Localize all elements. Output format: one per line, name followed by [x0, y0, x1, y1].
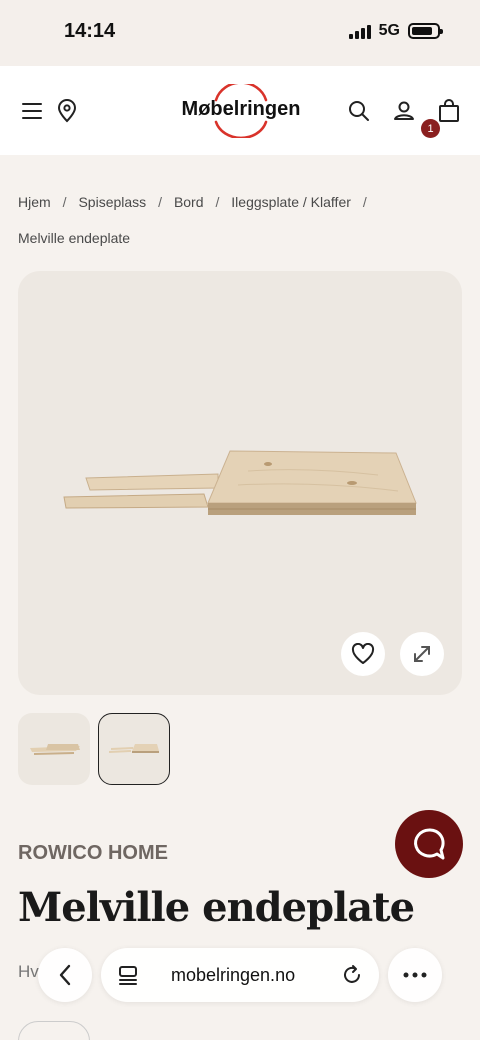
favorite-button[interactable]: [341, 632, 385, 676]
search-button[interactable]: [344, 96, 374, 126]
more-dots-icon: [403, 972, 427, 978]
cart-count-badge[interactable]: 1: [421, 119, 440, 138]
chat-bubble-icon: [414, 828, 445, 860]
breadcrumb-table[interactable]: Bord: [174, 194, 204, 210]
breadcrumb-dining[interactable]: Spiseplass: [78, 194, 146, 210]
browser-back-button[interactable]: [38, 948, 92, 1002]
breadcrumb-home[interactable]: Hjem: [18, 194, 51, 210]
reload-icon[interactable]: [341, 964, 363, 986]
product-title: Melville endeplate: [18, 884, 415, 931]
site-logo[interactable]: Møbelringen: [176, 84, 306, 138]
status-bar: 14:14 5G: [0, 0, 480, 66]
product-description-snippet: Hv: [18, 962, 39, 981]
logo-text: Møbelringen: [181, 98, 301, 120]
search-icon: [349, 101, 369, 121]
account-button[interactable]: [389, 96, 419, 126]
product-image-gallery[interactable]: [18, 271, 462, 695]
user-icon: [394, 101, 414, 120]
store-locator-button[interactable]: [52, 96, 82, 126]
signal-icon: [348, 23, 371, 39]
browser-url-bar[interactable]: mobelringen.no: [101, 948, 379, 1002]
product-image: [63, 450, 417, 515]
site-header: Møbelringen: [0, 66, 480, 155]
expand-icon: [414, 646, 430, 662]
fullscreen-button[interactable]: [400, 632, 444, 676]
thumbnail-image: [109, 744, 159, 753]
product-brand[interactable]: ROWICO HOME: [18, 842, 168, 865]
battery-level: [412, 27, 433, 35]
status-time: 14:14: [64, 20, 116, 42]
status-indicators: 5G: [348, 22, 443, 40]
product-thumbnail-1[interactable]: [18, 713, 90, 785]
chat-button[interactable]: [395, 810, 463, 878]
heart-icon: [351, 643, 375, 664]
browser-more-button[interactable]: [388, 948, 442, 1002]
location-pin-icon: [57, 99, 77, 123]
breadcrumb: Hjem / Spiseplass / Bord / Ileggsplate / Kl…: [18, 194, 367, 246]
product-thumbnail-2[interactable]: [98, 713, 170, 785]
menu-button[interactable]: [17, 96, 47, 126]
browser-url-text[interactable]: mobelringen.no: [171, 965, 295, 986]
menu-icon: [22, 103, 42, 119]
chevron-left-icon: [59, 964, 71, 986]
option-chip[interactable]: [18, 1021, 90, 1040]
thumbnail-image: [30, 744, 80, 755]
network-type: 5G: [378, 22, 400, 39]
shopping-bag-icon: [439, 99, 459, 122]
cart-button[interactable]: [434, 96, 464, 126]
battery-icon: [408, 23, 443, 39]
tab-overview-icon[interactable]: [117, 964, 139, 986]
breadcrumb-leaves[interactable]: Ileggsplate / Klaffer: [231, 194, 351, 210]
breadcrumb-current: Melville endeplate: [18, 230, 131, 246]
